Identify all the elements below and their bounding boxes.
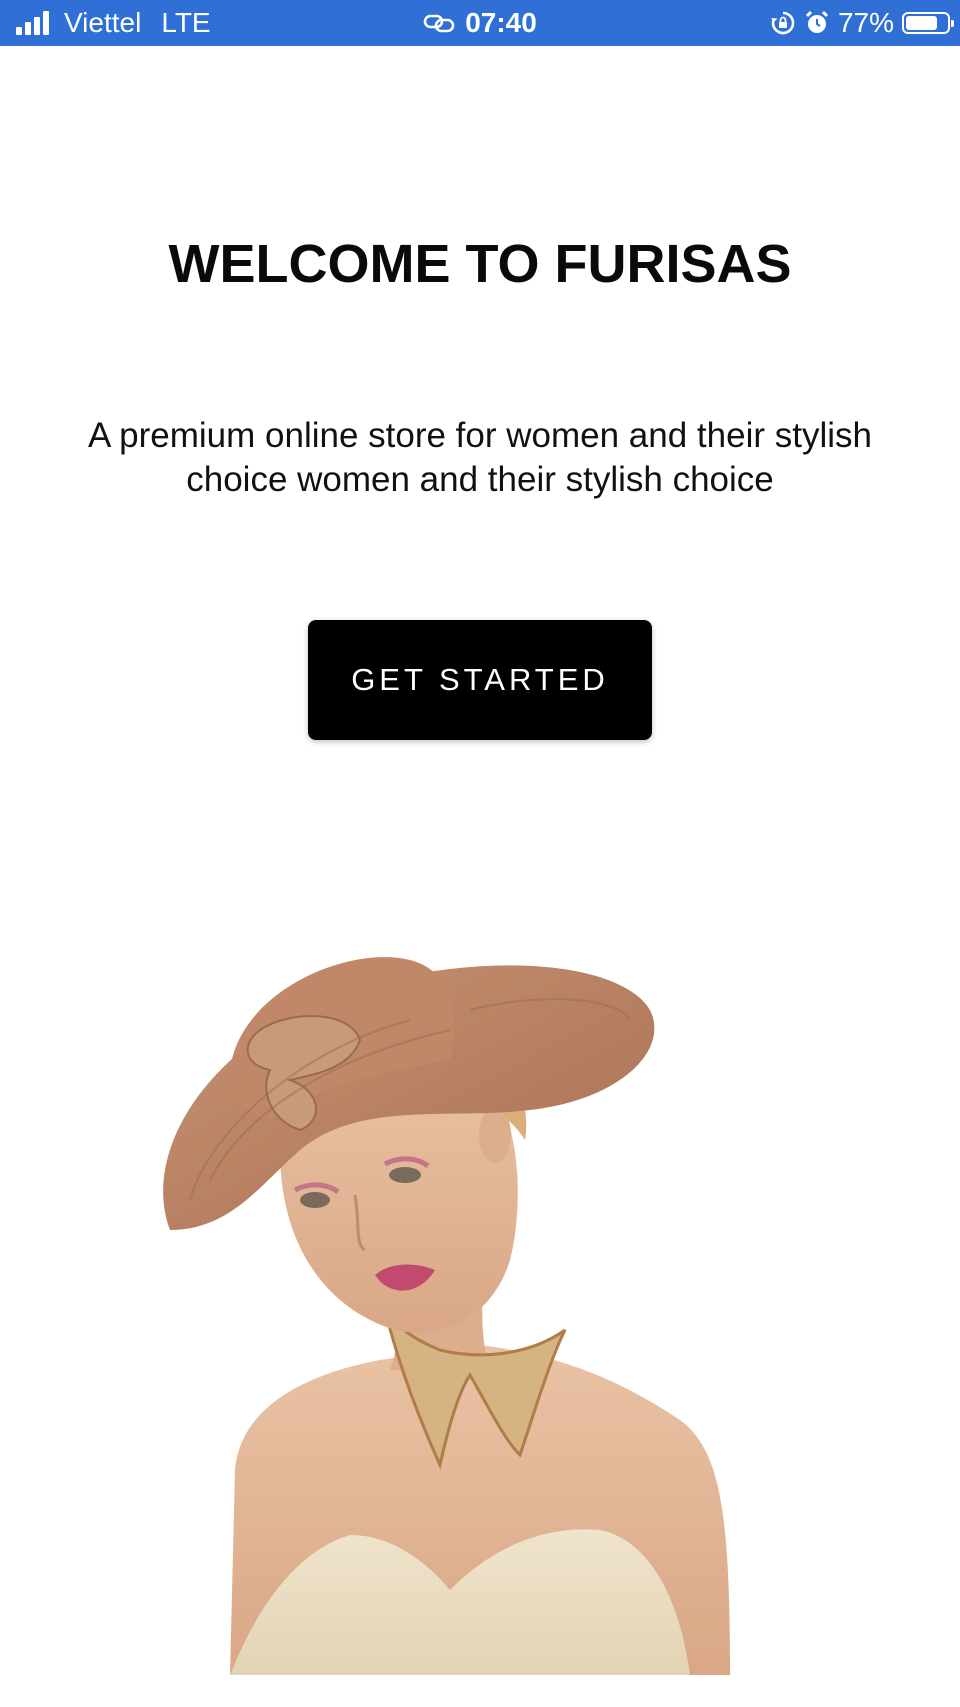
status-bar: Viettel LTE 07:40 77% bbox=[0, 0, 960, 46]
status-bar-right: 77% bbox=[770, 0, 954, 46]
rotation-lock-icon bbox=[770, 10, 796, 36]
welcome-screen: Viettel LTE 07:40 77% WELCOME TO FURISAS… bbox=[0, 0, 960, 1707]
alarm-icon bbox=[804, 10, 830, 36]
link-icon bbox=[423, 12, 455, 34]
page-title: WELCOME TO FURISAS bbox=[168, 234, 792, 294]
woman-in-hat-image bbox=[150, 950, 830, 1675]
battery-fill bbox=[906, 16, 937, 30]
battery-percent: 77% bbox=[837, 7, 894, 38]
battery-icon bbox=[902, 12, 954, 34]
clock: 07:40 bbox=[465, 7, 537, 38]
page-subtitle: A premium online store for women and the… bbox=[88, 416, 872, 499]
battery-nub bbox=[951, 20, 954, 27]
get-started-button[interactable]: GET STARTED bbox=[308, 620, 652, 740]
